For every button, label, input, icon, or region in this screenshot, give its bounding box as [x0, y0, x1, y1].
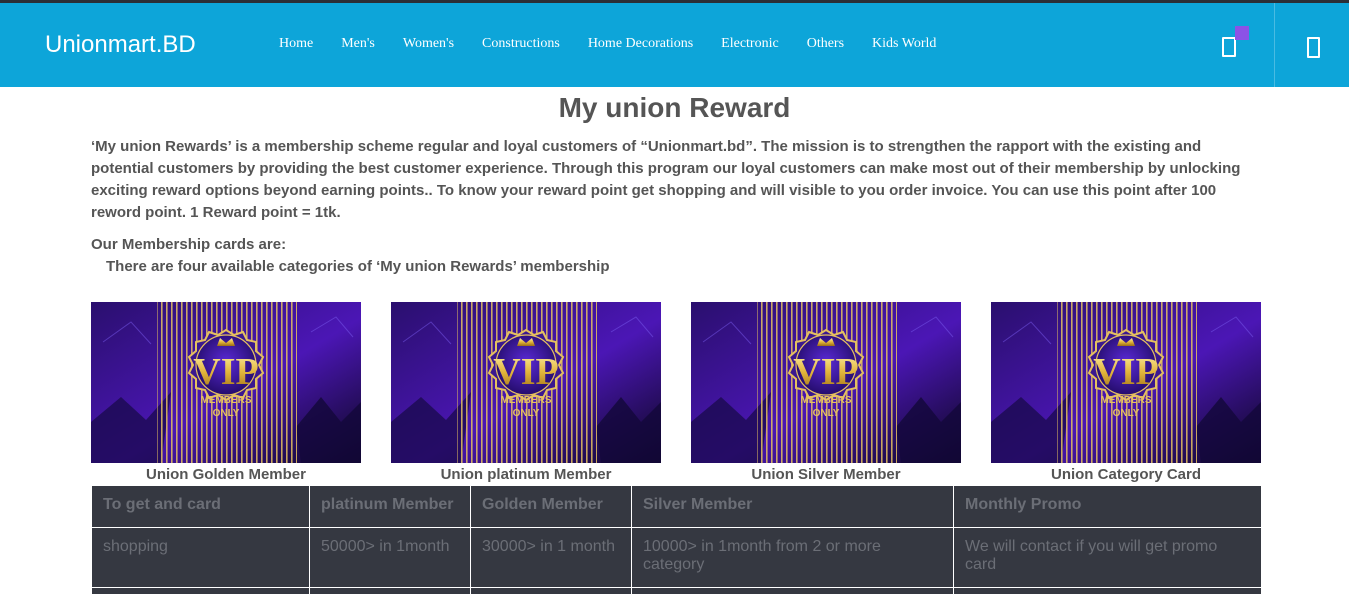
vip-badge-title: VIP — [793, 351, 858, 393]
table-cell: shopping — [91, 527, 310, 588]
table-cell: 50000> in 1month — [309, 527, 471, 588]
vip-badge-title: VIP — [493, 351, 558, 393]
vip-badge-line2: ONLY — [1113, 408, 1140, 419]
card-label: Union platinum Member — [440, 466, 612, 483]
vip-badge-line2: ONLY — [513, 408, 540, 419]
card-label: Union Golden Member — [145, 466, 306, 483]
membership-card-platinum: VIP MEMBERS ONLY Union platinum Member — [391, 302, 661, 483]
card-label: Union Silver Member — [751, 466, 901, 483]
vip-card-image: VIP MEMBERS ONLY — [391, 302, 661, 463]
vip-badge-line1: MEMBERS — [200, 395, 251, 406]
header-to-get-card: To get and card — [91, 485, 310, 528]
vip-badge-line1: MEMBERS — [500, 395, 551, 406]
table-cell — [309, 587, 471, 594]
site-logo[interactable]: Unionmart.BD — [45, 31, 196, 59]
cart-badge — [1235, 26, 1249, 40]
header-golden: Golden Member — [470, 485, 632, 528]
table-header-row: To get and card platinum Member Golden M… — [91, 485, 1262, 528]
vip-badge-line2: ONLY — [213, 408, 240, 419]
page-title: My union Reward — [558, 92, 791, 123]
table-cell: We will contact if you will get promo ca… — [953, 527, 1262, 588]
nav-electronic[interactable]: Electronic — [707, 36, 793, 52]
table-cell — [470, 587, 632, 594]
nav-home[interactable]: Home — [265, 36, 327, 52]
table-cell — [631, 587, 954, 594]
nav-mens[interactable]: Men's — [327, 36, 389, 52]
nav-others[interactable]: Others — [793, 36, 858, 52]
header-monthly-promo: Monthly Promo — [953, 485, 1262, 528]
vip-card-image: VIP MEMBERS ONLY — [91, 302, 361, 463]
vip-badge-line1: MEMBERS — [1100, 395, 1151, 406]
nav-divider — [1274, 3, 1275, 87]
navbar: Unionmart.BD Home Men's Women's Construc… — [0, 3, 1349, 87]
membership-table: To get and card platinum Member Golden M… — [91, 485, 1262, 594]
membership-card-golden: VIP MEMBERS ONLY Union Golden Member — [91, 302, 361, 483]
table-row: shopping 50000> in 1month 30000> in 1 mo… — [91, 527, 1262, 588]
card-label: Union Category Card — [1050, 466, 1201, 483]
table-row — [91, 587, 1262, 594]
cart-icon[interactable] — [1222, 37, 1236, 57]
header-silver: Silver Member — [631, 485, 954, 528]
table-cell — [953, 587, 1262, 594]
cards-subheading: There are four available categories of ‘… — [106, 258, 610, 275]
table-cell: 10000> in 1month from 2 or more category — [631, 527, 954, 588]
user-icon[interactable] — [1307, 37, 1320, 58]
nav-constructions[interactable]: Constructions — [468, 36, 574, 52]
nav-kids-world[interactable]: Kids World — [858, 36, 950, 52]
nav-womens[interactable]: Women's — [389, 36, 468, 52]
vip-card-image: VIP MEMBERS ONLY — [691, 302, 961, 463]
table-cell: 30000> in 1 month — [470, 527, 632, 588]
intro-paragraph: ‘My union Rewards’ is a membership schem… — [91, 138, 1241, 221]
nav-home-decorations[interactable]: Home Decorations — [574, 36, 707, 52]
table-cell — [91, 587, 310, 594]
membership-card-silver: VIP MEMBERS ONLY Union Silver Member — [691, 302, 961, 483]
vip-badge-title: VIP — [193, 351, 258, 393]
main-nav: Home Men's Women's Constructions Home De… — [265, 36, 950, 52]
vip-badge-line2: ONLY — [813, 408, 840, 419]
cards-heading: Our Membership cards are: — [91, 236, 287, 253]
vip-badge-line1: MEMBERS — [800, 395, 851, 406]
membership-card-category: VIP MEMBERS ONLY Union Category Card — [991, 302, 1261, 483]
header-platinum: platinum Member — [309, 485, 471, 528]
vip-badge-title: VIP — [1093, 351, 1158, 393]
vip-card-image: VIP MEMBERS ONLY — [991, 302, 1261, 463]
